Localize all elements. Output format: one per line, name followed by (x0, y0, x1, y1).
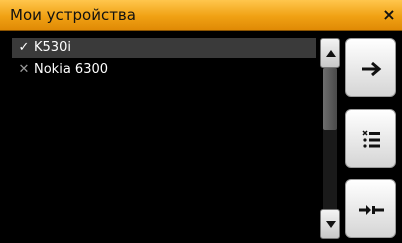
device-item-k530i[interactable]: ✓ K530i (12, 38, 316, 58)
list-delete-icon (362, 130, 380, 148)
open-device-button[interactable] (345, 38, 396, 97)
title-bar: Мои устройства × (0, 0, 402, 31)
triangle-up-icon (326, 50, 336, 57)
cross-icon: ✕ (18, 62, 30, 77)
device-name: K530i (34, 40, 71, 55)
remove-device-button[interactable] (345, 109, 396, 168)
list-scrollbar[interactable] (320, 38, 340, 239)
close-icon[interactable]: × (381, 5, 397, 25)
triangle-down-icon (326, 221, 336, 228)
window-title: Мои устройства (10, 6, 136, 24)
connect-device-button[interactable] (345, 179, 396, 238)
scroll-track[interactable] (323, 68, 337, 209)
device-item-nokia-6300[interactable]: ✕ Nokia 6300 (12, 60, 316, 80)
scroll-thumb[interactable] (323, 68, 337, 130)
device-name: Nokia 6300 (34, 62, 109, 77)
connect-plug-icon (359, 205, 384, 215)
check-icon: ✓ (18, 40, 30, 55)
device-list: ✓ K530i ✕ Nokia 6300 (12, 38, 316, 238)
scroll-up-button[interactable] (320, 38, 340, 68)
scroll-down-button[interactable] (320, 209, 340, 239)
arrow-right-icon (362, 61, 382, 77)
